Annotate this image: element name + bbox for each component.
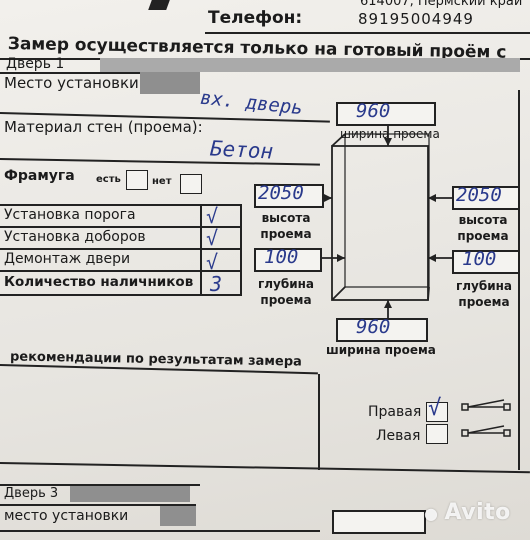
measurement-form: 614007, Пермский край Телефон: 891950049…	[0, 0, 530, 540]
depth-left-label: глубина проема	[257, 277, 315, 307]
width-bottom-label: ширина проема	[326, 343, 436, 357]
hinge-right-label: Правая	[368, 404, 422, 420]
avito-watermark: ● Avito	[424, 500, 511, 525]
rule	[318, 374, 320, 470]
hinge-right-mark: √	[428, 396, 442, 421]
height-right-value: 2050	[456, 184, 502, 206]
depth-right-value: 100	[462, 248, 497, 270]
door3-width-box	[332, 510, 426, 534]
width-bottom-value: 960	[356, 316, 391, 338]
width-top-value: 960	[356, 100, 391, 122]
rule	[0, 530, 320, 532]
door3-title-bar	[70, 486, 190, 502]
width-top-label: ширина проема	[340, 127, 440, 141]
rule	[518, 90, 520, 470]
height-right-label: высота проема	[457, 213, 509, 243]
door3-install-bar	[160, 506, 196, 526]
height-left-value: 2050	[258, 182, 304, 204]
depth-right-label: глубина проема	[455, 279, 513, 309]
hinge-left-label: Левая	[376, 428, 421, 444]
door3-install-place-label: место установки	[4, 508, 129, 524]
depth-left-value: 100	[264, 246, 299, 268]
height-left-label: высота проема	[260, 211, 312, 241]
door3-title: Дверь 3	[4, 486, 59, 501]
avito-logo-icon: ●	[424, 504, 445, 523]
hinge-diagram-icon	[461, 399, 511, 437]
hinge-left-checkbox[interactable]	[426, 424, 448, 444]
